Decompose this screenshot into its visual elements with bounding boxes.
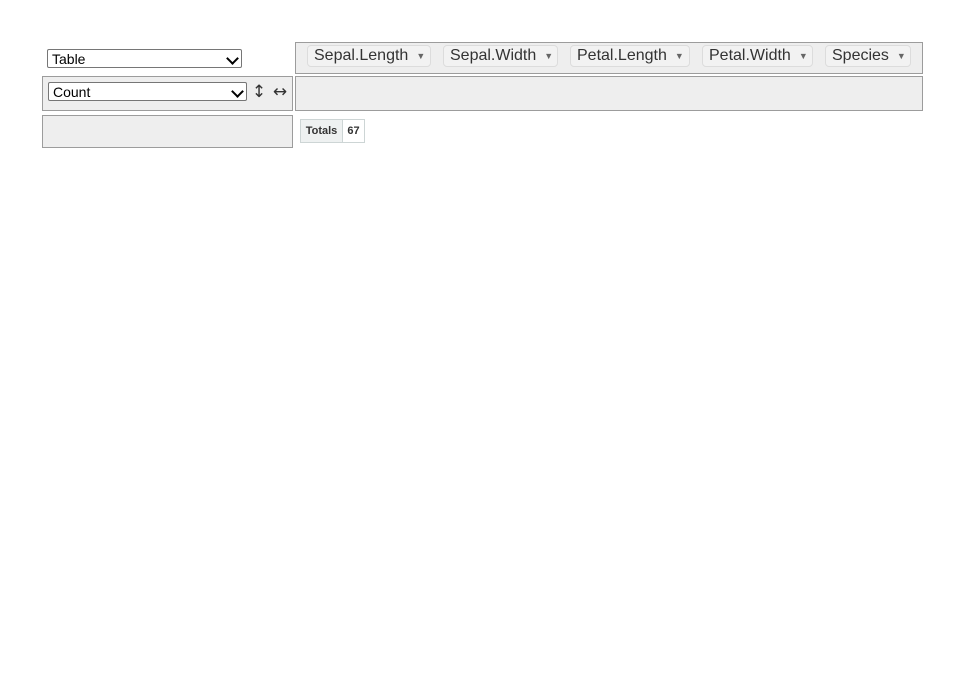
triangle-down-icon[interactable]: ▼ <box>544 51 553 61</box>
renderer-select[interactable]: Table <box>47 49 242 68</box>
row-order-toggle-icon[interactable]: ↕ <box>250 82 268 102</box>
attribute-sepal-width[interactable]: Sepal.Width ▼ <box>443 45 558 67</box>
chevron-down-icon <box>226 51 239 65</box>
col-order-toggle-icon[interactable]: ↔ <box>270 82 290 102</box>
attribute-label: Sepal.Length <box>314 47 409 64</box>
totals-value: 67 <box>342 119 365 143</box>
renderer-select-value: Table <box>52 50 86 67</box>
attribute-label: Petal.Width <box>709 47 791 64</box>
aggregator-select[interactable]: Count <box>48 82 247 101</box>
triangle-down-icon[interactable]: ▼ <box>799 51 808 61</box>
column-drop-area[interactable] <box>295 76 923 111</box>
triangle-down-icon[interactable]: ▼ <box>675 51 684 61</box>
attribute-petal-width[interactable]: Petal.Width ▼ <box>702 45 813 67</box>
aggregator-select-value: Count <box>53 83 91 100</box>
triangle-down-icon[interactable]: ▼ <box>416 51 425 61</box>
totals-label: Totals <box>300 119 343 143</box>
triangle-down-icon[interactable]: ▼ <box>897 51 906 61</box>
chevron-down-icon <box>231 84 244 98</box>
attribute-species[interactable]: Species ▼ <box>825 45 911 67</box>
row-drop-area[interactable] <box>42 115 293 148</box>
attribute-sepal-length[interactable]: Sepal.Length ▼ <box>307 45 431 67</box>
attribute-petal-length[interactable]: Petal.Length ▼ <box>570 45 690 67</box>
attribute-label: Sepal.Width <box>450 47 537 64</box>
attribute-label: Species <box>832 47 889 64</box>
attribute-label: Petal.Length <box>577 47 667 64</box>
